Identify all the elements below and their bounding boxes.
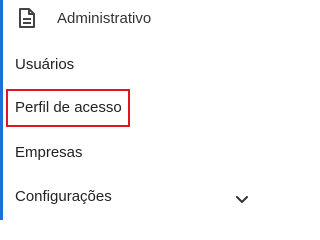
menu-item-configuracoes[interactable]: Configurações xyxy=(0,179,272,215)
document-icon xyxy=(18,8,36,28)
menu-section-label: Administrativo xyxy=(57,10,152,27)
menu-item-label: Perfil de acesso xyxy=(15,99,122,116)
menu-section-administrativo[interactable]: Administrativo xyxy=(0,0,272,38)
chevron-down-icon[interactable] xyxy=(236,191,248,203)
menu-item-label: Configurações xyxy=(15,188,112,205)
menu-item-perfil-de-acesso[interactable]: Perfil de acesso xyxy=(0,90,272,126)
menu-item-label: Usuários xyxy=(15,56,75,73)
menu-item-usuarios[interactable]: Usuários xyxy=(0,47,272,83)
menu-item-empresas[interactable]: Empresas xyxy=(0,135,272,171)
menu-item-label: Empresas xyxy=(15,144,83,161)
